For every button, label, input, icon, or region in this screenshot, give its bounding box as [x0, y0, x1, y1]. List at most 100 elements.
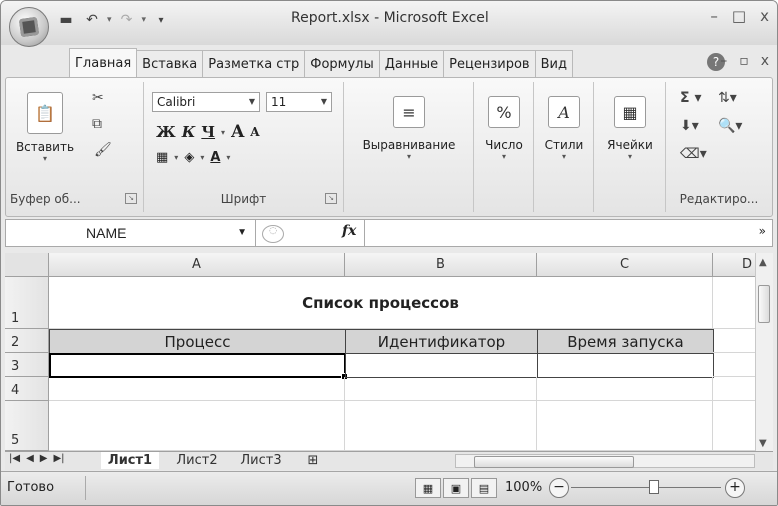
- workbook-close-button[interactable]: x: [761, 53, 769, 69]
- page-break-view-icon[interactable]: ▤: [471, 478, 497, 498]
- insert-sheet-icon[interactable]: ⊞: [301, 452, 325, 469]
- number-dropdown-icon: ▾: [501, 152, 506, 161]
- last-sheet-icon[interactable]: ▶|: [53, 453, 64, 464]
- italic-button[interactable]: К: [182, 123, 196, 141]
- bold-button[interactable]: Ж: [156, 123, 176, 141]
- select-all-button[interactable]: [5, 253, 49, 277]
- cell-a5[interactable]: [49, 401, 345, 451]
- autosum-icon[interactable]: Σ ▾: [680, 90, 701, 106]
- report-title-cell[interactable]: Список процессов: [49, 277, 713, 329]
- name-box-dropdown-icon[interactable]: ▼: [237, 227, 247, 238]
- find-select-icon[interactable]: 🔍▾: [718, 118, 742, 134]
- insert-function-button[interactable]: fx: [342, 223, 356, 239]
- sheet-tab-1[interactable]: Лист1: [101, 452, 159, 469]
- row-header-4[interactable]: 4: [5, 377, 49, 401]
- borders-dropdown-icon[interactable]: ▾: [174, 153, 178, 162]
- normal-view-icon[interactable]: ▦: [415, 478, 441, 498]
- tab-home[interactable]: Главная: [69, 48, 138, 77]
- underline-button[interactable]: Ч: [201, 123, 215, 141]
- cell-b4[interactable]: [345, 377, 537, 401]
- column-header-a[interactable]: A: [49, 253, 345, 277]
- close-button[interactable]: x: [760, 7, 769, 25]
- sheet-tab-2[interactable]: Лист2: [171, 452, 223, 469]
- tab-view[interactable]: Вид: [534, 50, 573, 77]
- font-launcher-icon[interactable]: ↘: [325, 193, 337, 204]
- first-sheet-icon[interactable]: |◀: [9, 453, 20, 464]
- cell-c3[interactable]: [537, 353, 714, 378]
- cell-c4[interactable]: [537, 377, 713, 401]
- redo-icon[interactable]: ↷: [116, 10, 138, 30]
- header-start-time[interactable]: Время запуска: [537, 329, 714, 354]
- font-size-combo[interactable]: 11 ▼: [266, 92, 332, 112]
- clipboard-launcher-icon[interactable]: ↘: [125, 193, 137, 204]
- cell-a4[interactable]: [49, 377, 345, 401]
- borders-icon[interactable]: ▦: [156, 150, 168, 165]
- fill-icon[interactable]: ⬇▾: [680, 118, 699, 134]
- tab-data[interactable]: Данные: [378, 50, 445, 77]
- minimize-button[interactable]: –: [710, 7, 718, 25]
- tab-insert[interactable]: Вставка: [136, 50, 204, 77]
- sheet-tab-3[interactable]: Лист3: [235, 452, 287, 469]
- paste-button[interactable]: 📋 Вставить ▾: [14, 92, 76, 163]
- row-header-3[interactable]: 3: [5, 353, 49, 377]
- font-color-icon[interactable]: A: [210, 150, 220, 165]
- fill-dropdown-icon[interactable]: ▾: [200, 153, 204, 162]
- format-painter-icon[interactable]: 🖌: [94, 142, 112, 158]
- row-header-2[interactable]: 2: [5, 329, 49, 353]
- next-sheet-icon[interactable]: ▶: [40, 453, 48, 464]
- sort-filter-icon[interactable]: ⇅▾: [718, 90, 737, 106]
- zoom-level[interactable]: 100%: [505, 480, 542, 495]
- formula-input[interactable]: [370, 224, 750, 242]
- copy-icon[interactable]: ⧉: [92, 116, 102, 132]
- maximize-button[interactable]: □: [732, 7, 746, 25]
- tab-formulas[interactable]: Формулы: [304, 50, 380, 77]
- zoom-out-button[interactable]: −: [549, 478, 569, 498]
- tab-review[interactable]: Рецензиров: [443, 50, 536, 77]
- expand-formula-bar-icon[interactable]: »: [759, 224, 766, 238]
- row-header-5[interactable]: 5: [5, 401, 49, 451]
- save-icon[interactable]: ▬: [55, 10, 77, 30]
- number-button[interactable]: % Число ▾: [478, 96, 530, 161]
- column-header-c[interactable]: C: [537, 253, 713, 277]
- cell-b5[interactable]: [345, 401, 537, 451]
- cells-button[interactable]: ▦ Ячейки ▾: [598, 96, 662, 161]
- name-box[interactable]: NAME ▼: [6, 220, 256, 246]
- grow-font-button[interactable]: A: [231, 122, 244, 142]
- column-header-b[interactable]: B: [345, 253, 537, 277]
- cell-b3[interactable]: [345, 353, 538, 378]
- clear-icon[interactable]: ⌫▾: [680, 146, 707, 162]
- undo-icon[interactable]: ↶: [81, 10, 103, 30]
- alignment-button[interactable]: ≡ Выравнивание ▾: [348, 96, 470, 161]
- zoom-in-button[interactable]: +: [725, 478, 745, 498]
- font-family-combo[interactable]: Calibri ▼: [152, 92, 260, 112]
- styles-button[interactable]: A Стили ▾: [538, 96, 590, 161]
- office-button[interactable]: [9, 7, 49, 47]
- header-identifier[interactable]: Идентификатор: [345, 329, 538, 354]
- vertical-scroll-thumb[interactable]: [758, 285, 770, 323]
- redo-dropdown-icon[interactable]: ▾: [142, 15, 147, 25]
- zoom-slider-thumb[interactable]: [649, 480, 659, 494]
- undo-dropdown-icon[interactable]: ▾: [107, 15, 112, 25]
- workbook-restore-button[interactable]: ▫: [739, 53, 749, 69]
- cancel-formula-icon[interactable]: ◌: [262, 225, 284, 243]
- horizontal-scroll-thumb[interactable]: [474, 456, 634, 468]
- page-layout-view-icon[interactable]: ▣: [443, 478, 469, 498]
- scroll-down-icon[interactable]: ▼: [759, 438, 767, 449]
- customize-qat-icon[interactable]: ▾: [150, 10, 172, 30]
- row-header-1[interactable]: 1: [5, 277, 49, 329]
- tab-page-layout[interactable]: Разметка стр: [202, 50, 306, 77]
- font-color-dropdown-icon[interactable]: ▾: [226, 153, 230, 162]
- scroll-up-icon[interactable]: ▲: [759, 257, 767, 268]
- vertical-scrollbar[interactable]: ▲ ▼: [755, 253, 773, 451]
- workbook-minimize-button[interactable]: –: [720, 53, 727, 69]
- prev-sheet-icon[interactable]: ◀: [26, 453, 34, 464]
- underline-dropdown-icon[interactable]: ▾: [221, 127, 225, 137]
- zoom-slider-track[interactable]: [571, 487, 721, 488]
- cut-icon[interactable]: ✂: [92, 90, 104, 106]
- cell-a3-selected[interactable]: [49, 353, 346, 378]
- horizontal-scrollbar[interactable]: [455, 454, 755, 468]
- fill-color-icon[interactable]: ◈: [184, 150, 194, 165]
- shrink-font-button[interactable]: A: [250, 125, 259, 139]
- cell-c5[interactable]: [537, 401, 713, 451]
- header-process[interactable]: Процесс: [49, 329, 346, 354]
